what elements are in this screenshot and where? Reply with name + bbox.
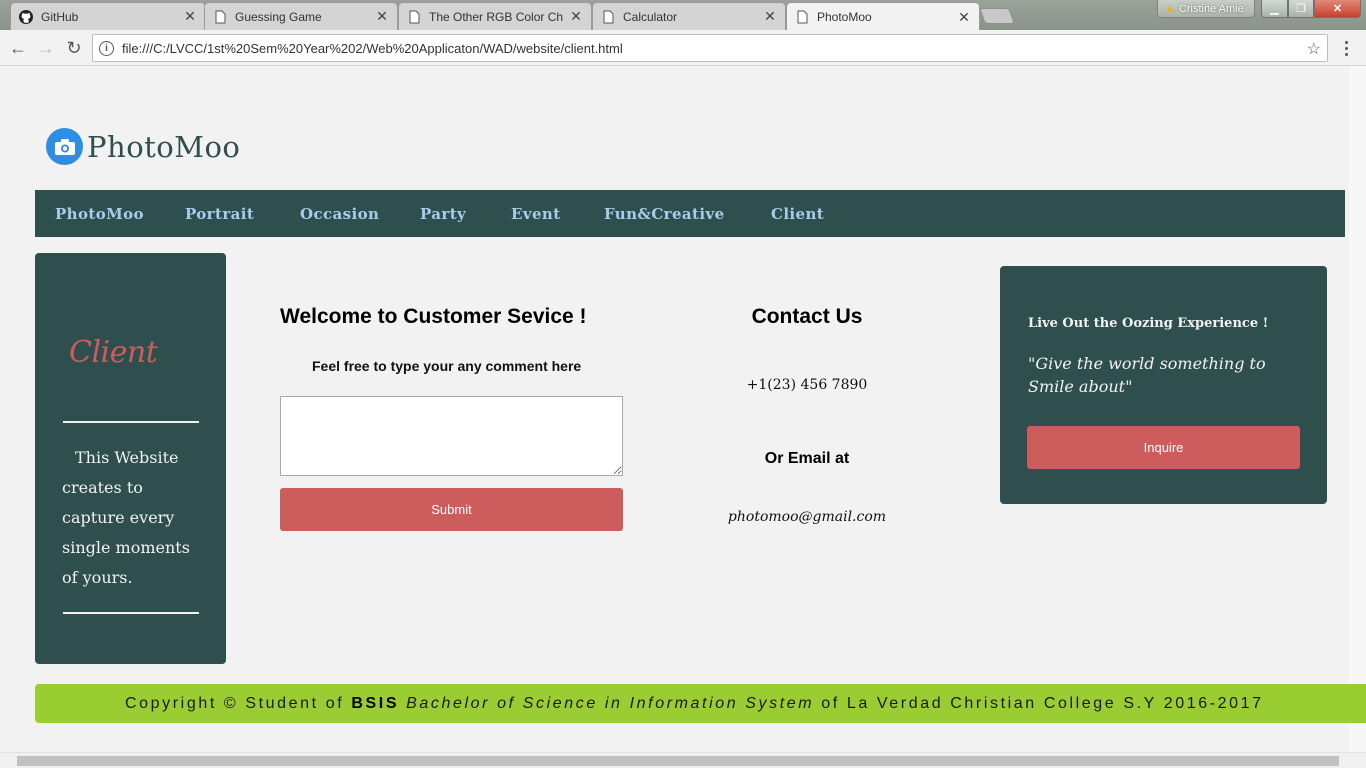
page-icon — [213, 10, 227, 24]
tab-title: Calculator — [623, 9, 678, 24]
sidebar-title: Client — [69, 335, 158, 370]
tab-calculator[interactable]: Calculator ✕ — [592, 2, 786, 30]
back-button[interactable]: ← — [6, 36, 30, 60]
browser-toolbar: ← → ↻ i file:///C:/LVCC/1st%20Sem%20Year… — [0, 30, 1366, 66]
tab-rgb-color[interactable]: The Other RGB Color Ch ✕ — [398, 2, 592, 30]
horizontal-scrollbar[interactable] — [0, 752, 1366, 768]
footer-prefix: Copyright © Student of — [125, 694, 345, 712]
user-name: Cristine Amie — [1178, 2, 1244, 15]
footer-program: Bachelor of Science in Information Syste… — [406, 694, 815, 712]
promo-heading: Live Out the Oozing Experience ! — [1028, 316, 1269, 331]
right-promo-panel: Live Out the Oozing Experience ! "Give t… — [1000, 266, 1327, 504]
left-sidebar: Client This Website creates to capture e… — [35, 253, 226, 664]
contact-heading: Contact Us — [751, 305, 863, 328]
user-profile-button[interactable]: ▲ Cristine Amie — [1157, 0, 1255, 18]
nav-fun-creative[interactable]: Fun&Creative — [604, 205, 725, 223]
inquire-button[interactable]: Inquire — [1027, 426, 1300, 469]
promo-quote: "Give the world something to Smile about… — [1028, 354, 1266, 396]
nav-occasion[interactable]: Occasion — [300, 205, 379, 223]
browser-menu-icon[interactable] — [1338, 36, 1354, 60]
divider — [63, 421, 199, 423]
window-close-button[interactable]: ✕ — [1314, 0, 1361, 18]
close-icon[interactable]: ✕ — [957, 9, 971, 26]
contact-section: Contact Us +1(23) 456 7890 Or Email at p… — [707, 305, 907, 525]
tab-github[interactable]: GitHub ✕ — [10, 2, 206, 30]
info-icon[interactable]: i — [99, 40, 114, 56]
close-icon[interactable]: ✕ — [763, 8, 777, 25]
page-icon — [407, 10, 421, 24]
forward-button[interactable]: → — [34, 36, 58, 60]
phone-number: +1(23) 456 7890 — [746, 377, 868, 393]
close-icon[interactable]: ✕ — [183, 8, 197, 25]
page-icon — [795, 10, 809, 24]
divider — [63, 612, 199, 614]
nav-portrait[interactable]: Portrait — [185, 205, 254, 223]
url-text: file:///C:/LVCC/1st%20Sem%20Year%202/Web… — [122, 40, 623, 56]
nav-party[interactable]: Party — [420, 205, 466, 223]
new-tab-button[interactable] — [979, 8, 1015, 24]
tab-strip: GitHub ✕ Guessing Game ✕ The Other RGB C… — [0, 0, 1366, 31]
footer-abbr: BSIS — [351, 694, 400, 712]
footer: Copyright © Student of BSIS Bachelor of … — [35, 684, 1366, 723]
main-nav: PhotoMoo Portrait Occasion Party Event F… — [35, 190, 1345, 237]
close-icon[interactable]: ✕ — [569, 8, 583, 25]
nav-photomoo[interactable]: PhotoMoo — [55, 205, 144, 223]
minimize-button[interactable]: ▁ — [1261, 0, 1288, 18]
close-icon[interactable]: ✕ — [375, 8, 389, 25]
tab-title: The Other RGB Color Ch — [429, 9, 564, 24]
submit-button[interactable]: Submit — [280, 488, 623, 531]
tab-title: PhotoMoo — [817, 10, 872, 24]
nav-event[interactable]: Event — [511, 205, 561, 223]
tab-title: Guessing Game — [235, 9, 322, 24]
warning-icon: ▲ — [1164, 2, 1175, 15]
email-heading: Or Email at — [764, 450, 850, 467]
vertical-scrollbar[interactable] — [1349, 66, 1366, 752]
tab-guessing-game[interactable]: Guessing Game ✕ — [204, 2, 398, 30]
camera-icon — [46, 128, 83, 165]
comment-instruction: Feel free to type your any comment here — [312, 358, 582, 374]
welcome-heading: Welcome to Customer Sevice ! — [280, 305, 587, 328]
customer-service-form: Welcome to Customer Sevice ! Feel free t… — [280, 305, 623, 531]
scrollbar-thumb[interactable] — [17, 756, 1339, 766]
footer-suffix: of La Verdad Christian College S.Y 2016-… — [821, 694, 1264, 712]
logo-text: PhotoMoo — [87, 129, 241, 164]
site-logo[interactable]: PhotoMoo — [46, 128, 240, 165]
tab-title: GitHub — [41, 9, 79, 24]
tab-photomoo[interactable]: PhotoMoo ✕ — [786, 2, 980, 31]
email-address: photomoo@gmail.com — [727, 509, 887, 525]
github-icon — [19, 9, 33, 24]
sidebar-text: This Website creates to capture every si… — [62, 448, 190, 587]
address-bar[interactable]: i file:///C:/LVCC/1st%20Sem%20Year%202/W… — [92, 34, 1328, 62]
maximize-button[interactable]: ❐ — [1288, 0, 1314, 18]
bookmark-star-icon[interactable]: ☆ — [1307, 39, 1321, 59]
nav-client[interactable]: Client — [771, 205, 824, 223]
reload-button[interactable]: ↻ — [62, 36, 86, 60]
page-icon — [601, 10, 615, 24]
comment-textarea[interactable] — [280, 396, 623, 476]
